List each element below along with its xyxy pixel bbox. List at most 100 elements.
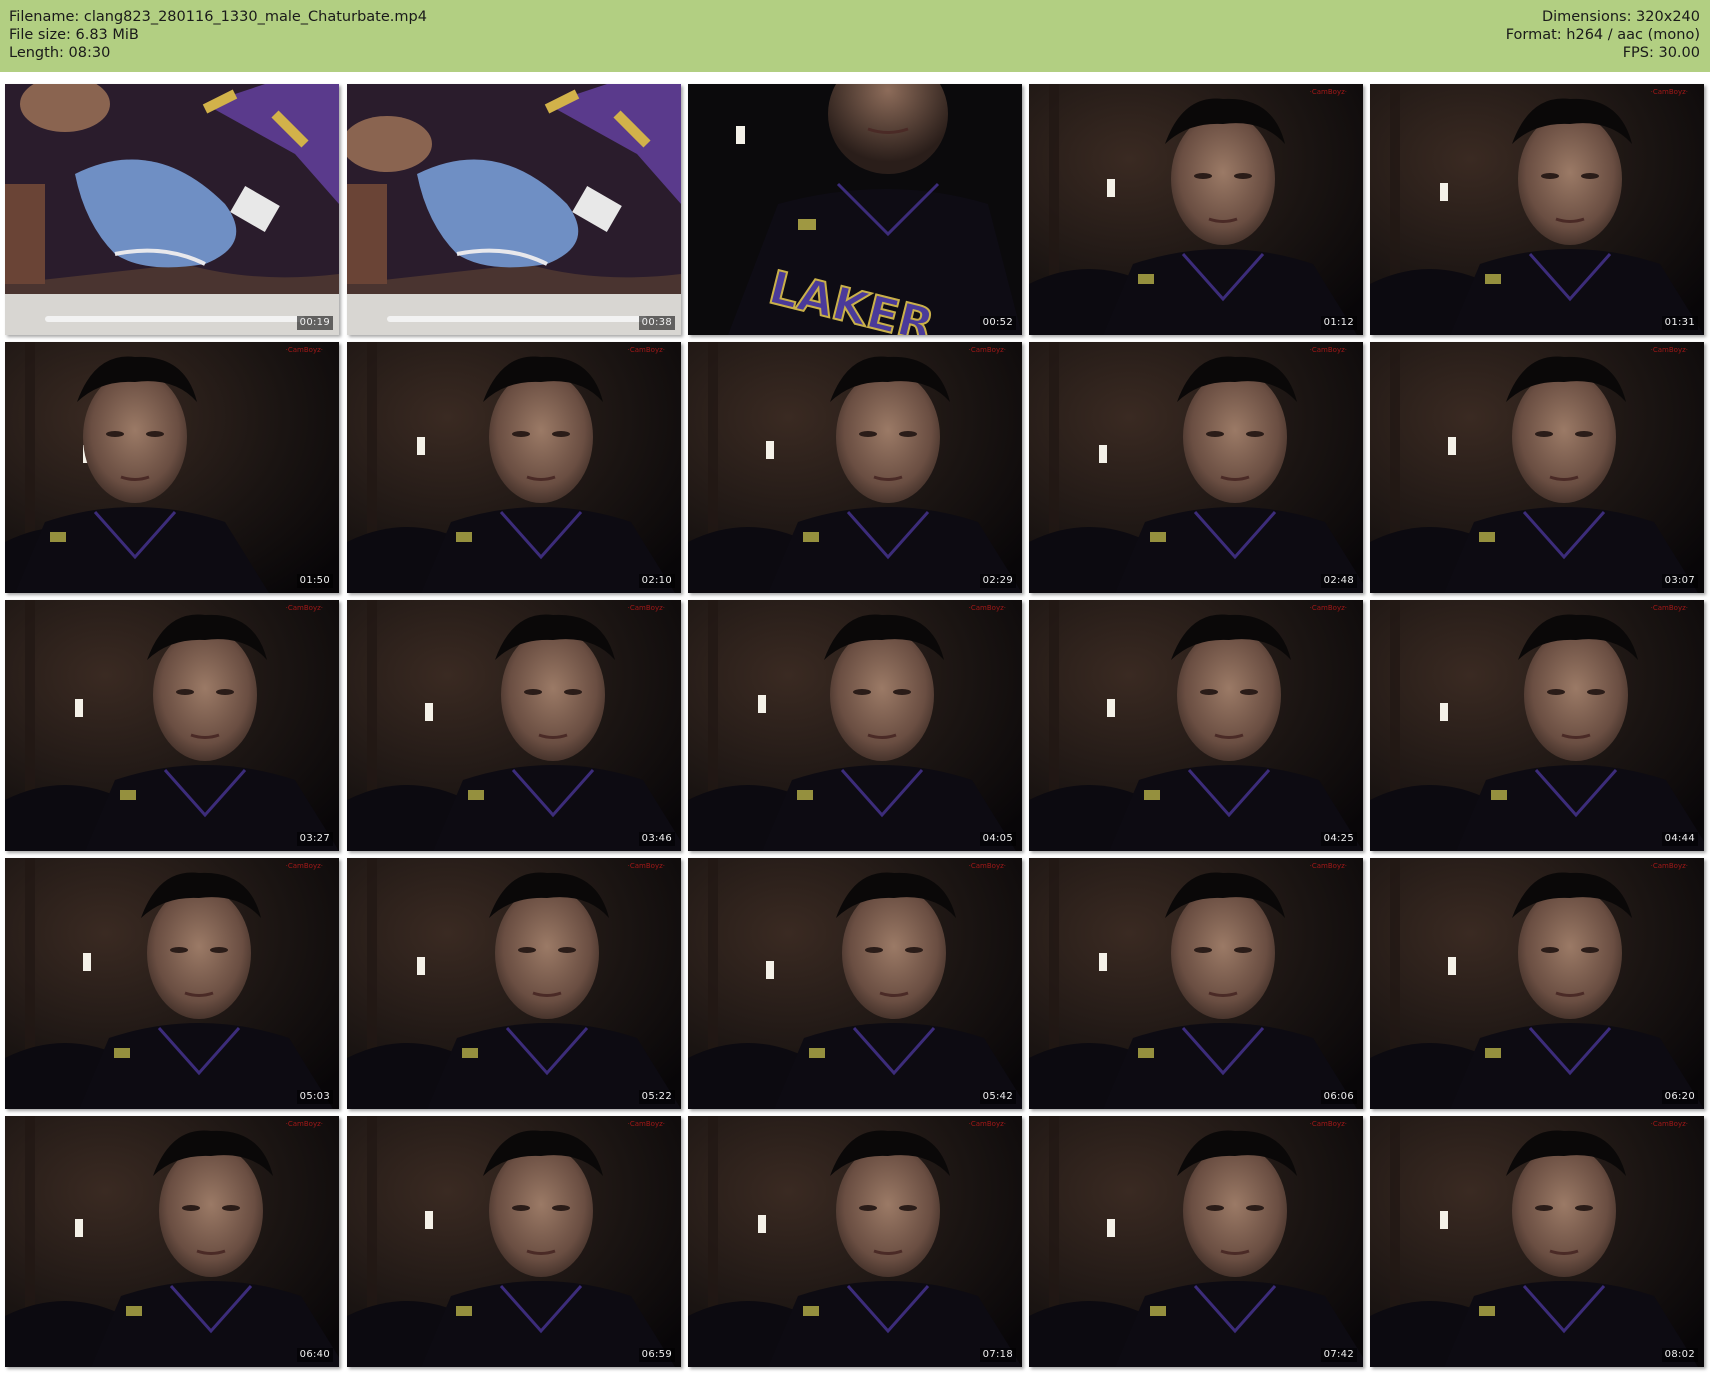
thumbnail-timestamp: 01:12	[1320, 316, 1357, 330]
thumbnail-frame-image	[347, 84, 681, 335]
thumbnail-timestamp: 08:02	[1661, 1348, 1698, 1362]
video-thumbnail[interactable]: ·CamBoyz· 05:22	[347, 858, 681, 1109]
video-thumbnail[interactable]: ·CamBoyz· 06:20	[1370, 858, 1704, 1109]
thumbnail-timestamp: 06:40	[296, 1348, 333, 1362]
thumbnail-timestamp: 04:05	[979, 832, 1016, 846]
thumbnail-frame-image: ·CamBoyz·	[347, 600, 681, 851]
thumbnail-timestamp: 02:29	[979, 574, 1016, 588]
thumbnail-timestamp: 03:46	[638, 832, 675, 846]
video-thumbnail[interactable]: ·CamBoyz· 05:03	[5, 858, 339, 1109]
thumbnail-grid: 00:19 00:38 LAKER 00:52 ·CamBoyz· 01:12 …	[0, 72, 1710, 1373]
video-thumbnail[interactable]: ·CamBoyz· 03:07	[1370, 342, 1704, 593]
thumbnail-frame-image: ·CamBoyz·	[5, 342, 339, 593]
svg-text:·CamBoyz·: ·CamBoyz·	[1310, 862, 1347, 870]
thumbnail-timestamp: 01:50	[296, 574, 333, 588]
thumbnail-frame-image: ·CamBoyz·	[347, 858, 681, 1109]
file-info-left: Filename: clang823_280116_1330_male_Chat…	[9, 8, 427, 62]
svg-text:·CamBoyz·: ·CamBoyz·	[1651, 1120, 1688, 1128]
thumbnail-timestamp: 00:38	[638, 316, 675, 330]
video-thumbnail[interactable]: ·CamBoyz· 07:18	[688, 1116, 1022, 1367]
video-thumbnail[interactable]: ·CamBoyz· 03:27	[5, 600, 339, 851]
thumbnail-frame-image: ·CamBoyz·	[1370, 858, 1704, 1109]
svg-text:·CamBoyz·: ·CamBoyz·	[286, 1120, 323, 1128]
thumbnail-frame-image: ·CamBoyz·	[1370, 84, 1704, 335]
thumbnail-timestamp: 02:48	[1320, 574, 1357, 588]
video-thumbnail[interactable]: ·CamBoyz· 02:10	[347, 342, 681, 593]
thumbnail-frame-image: ·CamBoyz·	[347, 1116, 681, 1367]
thumbnail-frame-image: ·CamBoyz·	[1029, 1116, 1363, 1367]
video-thumbnail[interactable]: LAKER 00:52	[688, 84, 1022, 335]
thumbnail-timestamp: 01:31	[1661, 316, 1698, 330]
video-thumbnail[interactable]: ·CamBoyz· 02:48	[1029, 342, 1363, 593]
thumbnail-timestamp: 07:42	[1320, 1348, 1357, 1362]
svg-text:·CamBoyz·: ·CamBoyz·	[1651, 346, 1688, 354]
thumbnail-frame-image: ·CamBoyz·	[1029, 600, 1363, 851]
thumbnail-frame-image: LAKER	[688, 84, 1022, 335]
video-thumbnail[interactable]: ·CamBoyz· 01:12	[1029, 84, 1363, 335]
svg-text:·CamBoyz·: ·CamBoyz·	[628, 862, 665, 870]
thumbnail-timestamp: 05:22	[638, 1090, 675, 1104]
video-thumbnail[interactable]: ·CamBoyz· 04:25	[1029, 600, 1363, 851]
video-thumbnail[interactable]: 00:19	[5, 84, 339, 335]
thumbnail-timestamp: 06:06	[1320, 1090, 1357, 1104]
thumbnail-frame-image: ·CamBoyz·	[1029, 84, 1363, 335]
thumbnail-frame-image: ·CamBoyz·	[1029, 342, 1363, 593]
thumbnail-frame-image: ·CamBoyz·	[1370, 1116, 1704, 1367]
video-thumbnail[interactable]: ·CamBoyz· 08:02	[1370, 1116, 1704, 1367]
thumbnail-timestamp: 05:03	[296, 1090, 333, 1104]
svg-text:·CamBoyz·: ·CamBoyz·	[286, 862, 323, 870]
video-thumbnail[interactable]: ·CamBoyz· 06:40	[5, 1116, 339, 1367]
thumbnail-timestamp: 05:42	[979, 1090, 1016, 1104]
thumbnail-frame-image: ·CamBoyz·	[688, 600, 1022, 851]
video-thumbnail[interactable]: ·CamBoyz· 04:44	[1370, 600, 1704, 851]
thumbnail-frame-image: ·CamBoyz·	[1029, 858, 1363, 1109]
svg-text:·CamBoyz·: ·CamBoyz·	[969, 604, 1006, 612]
video-thumbnail[interactable]: ·CamBoyz· 06:59	[347, 1116, 681, 1367]
thumbnail-timestamp: 02:10	[638, 574, 675, 588]
svg-text:·CamBoyz·: ·CamBoyz·	[1310, 88, 1347, 96]
svg-text:·CamBoyz·: ·CamBoyz·	[1310, 1120, 1347, 1128]
thumbnail-timestamp: 06:59	[638, 1348, 675, 1362]
thumbnail-frame-image: ·CamBoyz·	[347, 342, 681, 593]
thumbnail-frame-image: ·CamBoyz·	[1370, 342, 1704, 593]
thumbnail-frame-image: ·CamBoyz·	[5, 858, 339, 1109]
svg-text:·CamBoyz·: ·CamBoyz·	[969, 862, 1006, 870]
thumbnail-timestamp: 07:18	[979, 1348, 1016, 1362]
dimensions-text: Dimensions: 320x240	[1541, 9, 1700, 25]
thumbnail-frame-image: ·CamBoyz·	[5, 1116, 339, 1367]
video-thumbnail[interactable]: ·CamBoyz· 01:50	[5, 342, 339, 593]
video-thumbnail[interactable]: ·CamBoyz· 04:05	[688, 600, 1022, 851]
thumbnail-timestamp: 03:27	[296, 832, 333, 846]
info-header: Filename: clang823_280116_1330_male_Chat…	[0, 0, 1710, 72]
video-thumbnail[interactable]: ·CamBoyz· 05:42	[688, 858, 1022, 1109]
thumbnail-timestamp: 06:20	[1661, 1090, 1698, 1104]
svg-text:·CamBoyz·: ·CamBoyz·	[969, 1120, 1006, 1128]
video-thumbnail[interactable]: 00:38	[347, 84, 681, 335]
svg-text:·CamBoyz·: ·CamBoyz·	[1310, 346, 1347, 354]
svg-text:·CamBoyz·: ·CamBoyz·	[628, 1120, 665, 1128]
thumbnail-frame-image	[5, 84, 339, 335]
svg-text:·CamBoyz·: ·CamBoyz·	[1651, 88, 1688, 96]
video-thumbnail[interactable]: ·CamBoyz· 02:29	[688, 342, 1022, 593]
thumbnail-frame-image: ·CamBoyz·	[5, 600, 339, 851]
svg-text:·CamBoyz·: ·CamBoyz·	[1310, 604, 1347, 612]
svg-text:·CamBoyz·: ·CamBoyz·	[286, 604, 323, 612]
thumbnail-frame-image: ·CamBoyz·	[1370, 600, 1704, 851]
svg-text:·CamBoyz·: ·CamBoyz·	[286, 346, 323, 354]
format-text: Format: h264 / aac (mono)	[1505, 27, 1700, 43]
svg-text:·CamBoyz·: ·CamBoyz·	[628, 346, 665, 354]
thumbnail-timestamp: 03:07	[1661, 574, 1698, 588]
thumbnail-frame-image: ·CamBoyz·	[688, 1116, 1022, 1367]
thumbnail-frame-image: ·CamBoyz·	[688, 342, 1022, 593]
file-info-right: Dimensions: 320x240 Format: h264 / aac (…	[1506, 8, 1700, 62]
video-thumbnail[interactable]: ·CamBoyz· 06:06	[1029, 858, 1363, 1109]
svg-text:·CamBoyz·: ·CamBoyz·	[1651, 862, 1688, 870]
length-text: Length: 08:30	[9, 45, 111, 61]
video-thumbnail[interactable]: ·CamBoyz· 01:31	[1370, 84, 1704, 335]
fps-text: FPS: 30.00	[1622, 45, 1700, 61]
svg-text:·CamBoyz·: ·CamBoyz·	[969, 346, 1006, 354]
thumbnail-timestamp: 00:52	[979, 316, 1016, 330]
svg-text:·CamBoyz·: ·CamBoyz·	[1651, 604, 1688, 612]
video-thumbnail[interactable]: ·CamBoyz· 07:42	[1029, 1116, 1363, 1367]
video-thumbnail[interactable]: ·CamBoyz· 03:46	[347, 600, 681, 851]
